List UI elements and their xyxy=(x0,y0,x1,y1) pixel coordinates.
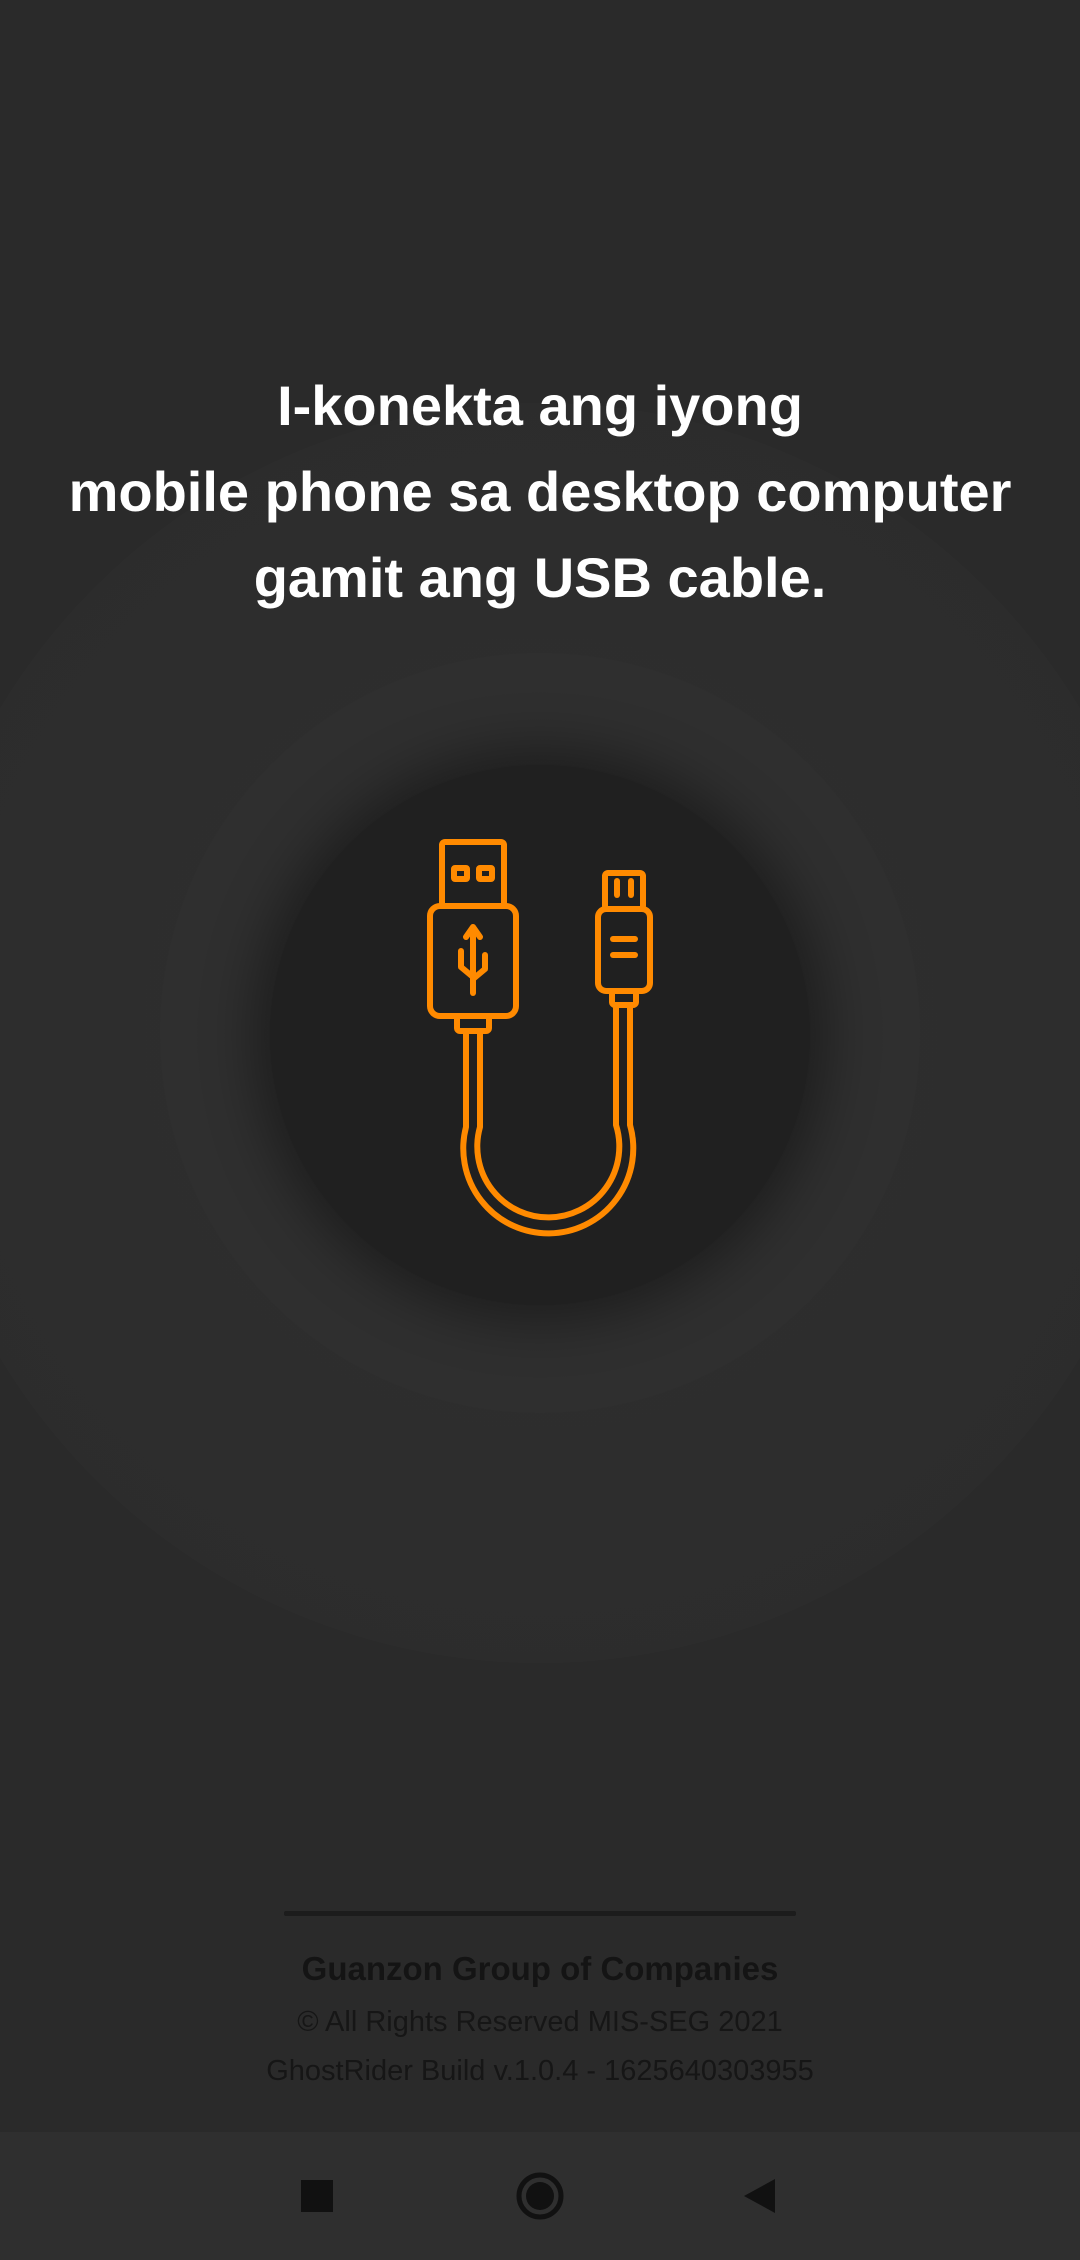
instruction-line-1: I-konekta ang iyong xyxy=(277,374,803,437)
footer-divider xyxy=(284,1911,796,1916)
home-button[interactable] xyxy=(508,2164,572,2228)
circle-home-icon xyxy=(516,2172,564,2220)
recents-button[interactable] xyxy=(284,2164,348,2228)
back-button[interactable] xyxy=(728,2164,792,2228)
footer-build-version: GhostRider Build v.1.0.4 - 1625640303955 xyxy=(266,2055,814,2087)
instruction-line-3: gamit ang USB cable. xyxy=(253,546,827,609)
instruction-line-2: mobile phone sa desktop computer xyxy=(68,460,1012,523)
triangle-back-icon xyxy=(744,2179,775,2213)
footer-company-name: Guanzon Group of Companies xyxy=(301,1950,779,1987)
usb-cable-icon xyxy=(427,839,653,1237)
connection-instructions: I-konekta ang iyong mobile phone sa desk… xyxy=(0,363,1080,621)
square-recents-icon xyxy=(301,2180,333,2212)
footer-copyright: © All Rights Reserved MIS-SEG 2021 xyxy=(297,2006,783,2038)
usb-illustration-disc xyxy=(270,765,810,1305)
usb-connect-screen: I-konekta ang iyong mobile phone sa desk… xyxy=(0,0,1080,2132)
